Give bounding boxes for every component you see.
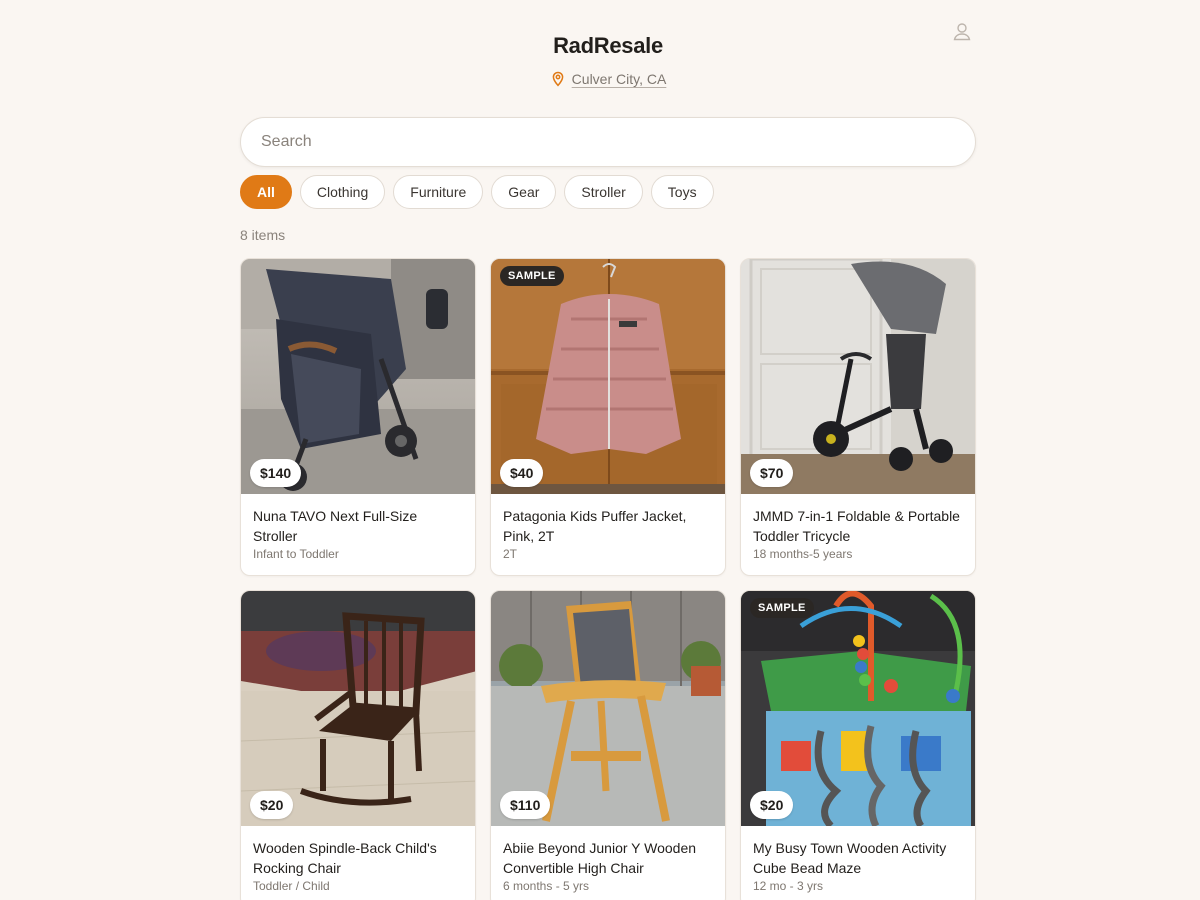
- listing-photo: SAMPLE $20: [741, 591, 975, 826]
- filter-chip-clothing[interactable]: Clothing: [299, 175, 386, 209]
- sample-badge: SAMPLE: [750, 598, 814, 618]
- filter-chip-stroller[interactable]: Stroller: [564, 175, 643, 209]
- listing-subtitle: 2T: [503, 547, 518, 561]
- location-label[interactable]: Culver City, CA: [572, 71, 667, 87]
- account-button[interactable]: [951, 20, 973, 42]
- price-tag: $20: [250, 791, 294, 819]
- listing-title: JMMD 7-in-1 Foldable & Portable Toddler …: [753, 508, 960, 544]
- listing-card[interactable]: $70 JMMD 7-in-1 Foldable & Portable Todd…: [740, 258, 976, 576]
- search-input[interactable]: [241, 118, 975, 166]
- listing-photo: $140: [241, 259, 475, 494]
- listing-photo: SAMPLE $40: [491, 259, 725, 494]
- listing-card[interactable]: $110 Abiie Beyond Junior Y Wooden Conver…: [490, 590, 726, 900]
- listing-subtitle: Infant to Toddler: [253, 547, 339, 561]
- listing-subtitle: Toddler / Child: [253, 879, 330, 893]
- price-tag: $20: [750, 791, 794, 819]
- map-pin-icon: [552, 71, 564, 87]
- listing-card[interactable]: SAMPLE $40 Patagonia Kids Puffer Jacket,…: [490, 258, 726, 576]
- price-tag: $70: [750, 459, 794, 487]
- filter-chip-furniture[interactable]: Furniture: [393, 175, 484, 209]
- listing-subtitle: 18 months-5 years: [753, 547, 853, 561]
- user-icon: [953, 23, 971, 41]
- listing-title: Abiie Beyond Junior Y Wooden Convertible…: [503, 840, 697, 876]
- listing-card[interactable]: $140 Nuna TAVO Next Full-Size Stroller I…: [240, 258, 476, 576]
- listing-subtitle: 6 months - 5 yrs: [503, 879, 590, 893]
- listing-card[interactable]: SAMPLE $20 My Busy Town Wooden Activity …: [740, 590, 976, 900]
- listing-title: Patagonia Kids Puffer Jacket, Pink, 2T: [503, 508, 687, 544]
- listing-title: Wooden Spindle-Back Child's Rocking Chai…: [253, 840, 437, 876]
- listing-title: My Busy Town Wooden Activity Cube Bead M…: [753, 840, 947, 876]
- item-count: 8 items: [240, 227, 286, 243]
- price-tag: $110: [500, 791, 551, 819]
- category-filters: All Clothing Furniture Gear Stroller Toy…: [240, 175, 714, 209]
- location-selector[interactable]: Culver City, CA: [0, 71, 1200, 87]
- price-tag: $40: [500, 459, 544, 487]
- search-bar: [240, 117, 976, 167]
- listing-title: Nuna TAVO Next Full-Size Stroller: [253, 508, 418, 544]
- listing-subtitle: 12 mo - 3 yrs: [753, 879, 824, 893]
- brand-title[interactable]: RadResale: [0, 33, 1200, 59]
- price-tag: $140: [250, 459, 302, 487]
- filter-chip-gear[interactable]: Gear: [491, 175, 557, 209]
- sample-badge: SAMPLE: [500, 266, 564, 286]
- listing-card[interactable]: $20 Wooden Spindle-Back Child's Rocking …: [240, 590, 476, 900]
- listing-grid: $140 Nuna TAVO Next Full-Size Stroller I…: [240, 258, 976, 900]
- page: RadResale Culver City, CA All Clothing F…: [0, 0, 1200, 900]
- listing-photo: $20: [241, 591, 475, 826]
- filter-chip-all[interactable]: All: [240, 175, 292, 209]
- listing-photo: $110: [491, 591, 725, 826]
- header: RadResale Culver City, CA: [0, 0, 1200, 110]
- filter-chip-toys[interactable]: Toys: [650, 175, 714, 209]
- listing-photo: $70: [741, 259, 975, 494]
